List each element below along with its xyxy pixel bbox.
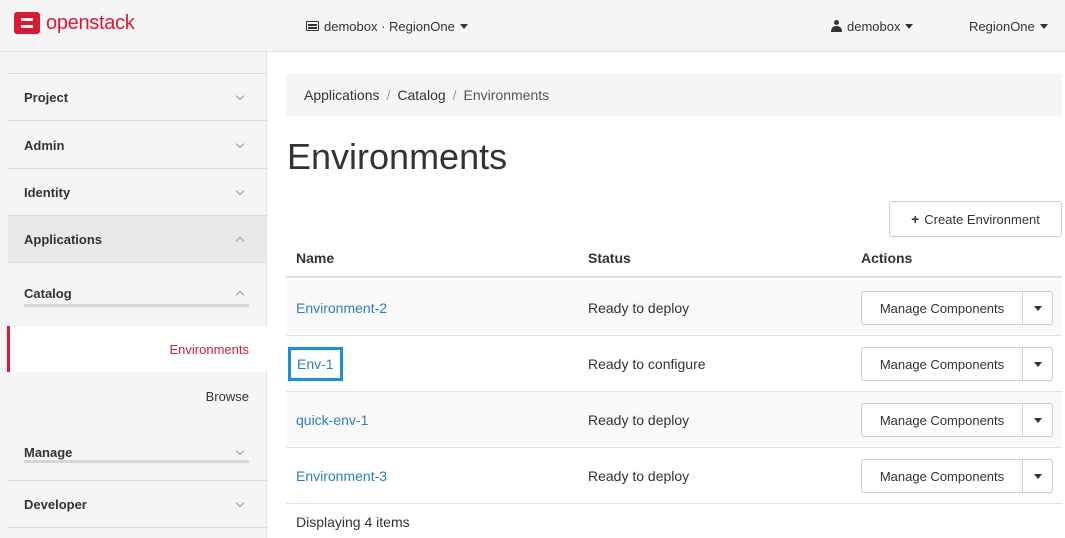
logo-text: openstack [46,11,135,34]
sidebar-item-applications[interactable]: Applications [8,216,267,263]
row-actions: Manage Components [861,347,1053,381]
chevron-down-icon [235,139,245,148]
divider [24,460,249,463]
chevron-up-icon [235,236,245,245]
manage-components-button[interactable]: Manage Components [861,459,1023,493]
chevron-down-icon [235,186,245,195]
region-menu-label: RegionOne [969,18,1035,34]
table-row: Env-1 Ready to configure Manage Componen… [286,336,1062,392]
sidebar-item-developer[interactable]: Developer [8,481,267,528]
manage-components-button[interactable]: Manage Components [861,403,1023,437]
chevron-down-icon [235,446,245,455]
sidebar-item-label: Browse [205,388,249,404]
sidebar-item-label: Identity [24,184,71,200]
table-row: Environment-3 Ready to deploy Manage Com… [286,448,1062,504]
caret-down-icon [1033,417,1042,423]
manage-components-button[interactable]: Manage Components [861,291,1023,325]
project-box-icon [306,21,319,31]
environment-name-link[interactable]: Environment-2 [296,280,387,336]
actions-dropdown-toggle[interactable] [1023,291,1053,325]
openstack-logo[interactable]: openstack [14,11,135,35]
chevron-down-icon [235,91,245,100]
breadcrumb: Applications / Catalog / Environments [286,74,1062,116]
sidebar-item-catalog[interactable]: Catalog [8,269,267,317]
sidebar-item-project[interactable]: Project [8,74,267,121]
column-header-name[interactable]: Name [296,250,334,266]
user-menu[interactable]: demobox [831,0,914,52]
environment-status: Ready to deploy [588,468,690,484]
breadcrumb-current: Environments [463,87,550,103]
column-header-status[interactable]: Status [588,250,631,266]
environment-name-link[interactable]: Env-1 [288,347,343,381]
environment-status: Ready to configure [588,356,706,372]
table-row: quick-env-1 Ready to deploy Manage Compo… [286,392,1062,448]
caret-down-icon [1039,23,1048,29]
page-title: Environments [287,136,508,177]
sidebar-item-browse[interactable]: Browse [8,373,267,419]
manage-components-button[interactable]: Manage Components [861,347,1023,381]
openstack-logo-icon [14,12,40,34]
sidebar-item-label: Applications [24,231,103,247]
sidebar-item-label: Manage [24,444,73,460]
divider [24,304,249,307]
environment-name-link[interactable]: quick-env-1 [296,392,368,448]
sidebar-item-manage[interactable]: Manage [8,424,267,481]
row-actions: Manage Components [861,403,1053,437]
create-environment-button[interactable]: + Create Environment [889,201,1062,237]
column-header-actions: Actions [861,250,913,266]
breadcrumb-separator: / [452,87,457,103]
environment-name-link[interactable]: Environment-3 [296,448,387,504]
sidebar-item-label: Catalog [24,285,72,301]
breadcrumb-applications[interactable]: Applications [304,87,380,103]
region-menu[interactable]: RegionOne [969,0,1048,52]
caret-down-icon [1033,305,1042,311]
sidebar: Project Admin Identity Applications Cata… [0,52,267,538]
sidebar-spacer [8,56,267,74]
breadcrumb-catalog[interactable]: Catalog [397,87,445,103]
sidebar-item-label: Project [24,89,69,105]
project-switcher[interactable]: demobox · RegionOne [306,0,468,52]
row-actions: Manage Components [861,291,1053,325]
top-navbar: openstack demobox · RegionOne demobox Re… [0,0,1065,52]
chevron-down-icon [235,498,245,507]
sidebar-item-environments[interactable]: Environments [7,326,267,372]
user-menu-label: demobox [847,18,901,34]
table-header: Name Status Actions [286,240,1062,278]
sidebar-item-label: Environments [169,341,249,357]
sidebar-item-label: Admin [24,137,65,153]
actions-dropdown-toggle[interactable] [1023,347,1053,381]
environment-status: Ready to deploy [588,300,690,316]
sidebar-item-admin[interactable]: Admin [8,122,267,169]
caret-down-icon [905,23,914,29]
environment-status: Ready to deploy [588,412,690,428]
caret-down-icon [459,23,468,29]
row-actions: Manage Components [861,459,1053,493]
actions-dropdown-toggle[interactable] [1023,459,1053,493]
sidebar-item-label: Developer [24,496,87,512]
breadcrumb-separator: / [386,87,391,103]
caret-down-icon [1033,473,1042,479]
sidebar-item-identity[interactable]: Identity [8,169,267,216]
actions-dropdown-toggle[interactable] [1023,403,1053,437]
plus-icon: + [911,211,920,227]
project-switcher-label: demobox · RegionOne [324,18,455,34]
items-count: Displaying 4 items [296,514,410,530]
create-environment-label: Create Environment [924,211,1040,227]
chevron-up-icon [235,290,245,299]
caret-down-icon [1033,361,1042,367]
table-row: Environment-2 Ready to deploy Manage Com… [286,280,1062,336]
user-icon [831,20,842,32]
